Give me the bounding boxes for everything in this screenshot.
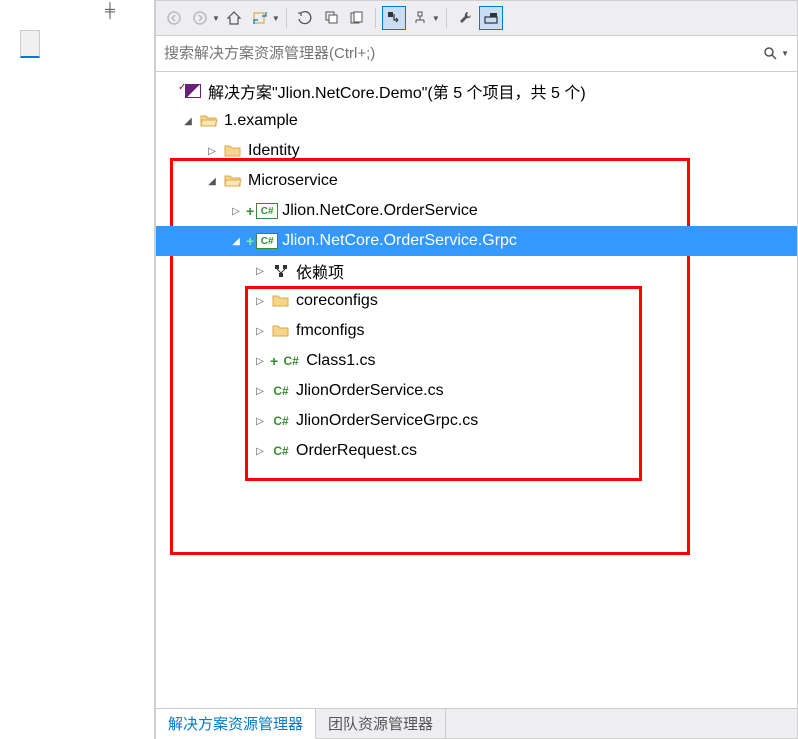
drag-icon: ╪ [105, 2, 115, 18]
csharp-file-icon: C# [270, 442, 292, 460]
preview-icon [412, 10, 428, 26]
bottom-tabs: 解决方案资源管理器 团队资源管理器 [156, 708, 797, 738]
project-orderservice[interactable]: ▷ + C# Jlion.NetCore.OrderService [156, 196, 797, 226]
wrench-button[interactable] [453, 6, 477, 30]
solution-node[interactable]: 解决方案"Jlion.NetCore.Demo"(第 5 个项目，共 5 个) [156, 76, 797, 106]
tab-solution-explorer[interactable]: 解决方案资源管理器 [156, 709, 316, 739]
toolbar: ▼ ▼ ▼ [156, 1, 797, 36]
orderservice-grpc-label: Jlion.NetCore.OrderService.Grpc [282, 232, 517, 250]
sync-dropdown[interactable]: ▼ [272, 14, 280, 23]
folder-coreconfigs[interactable]: ▷ coreconfigs [156, 286, 797, 316]
file-class1[interactable]: ▷ + C# Class1.cs [156, 346, 797, 376]
expander-icon[interactable]: ◢ [180, 113, 196, 129]
left-panel: ╪ [0, 0, 155, 739]
folder-microservice[interactable]: ◢ Microservice [156, 166, 797, 196]
refresh-button[interactable] [293, 6, 317, 30]
csharp-file-icon: C# [270, 382, 292, 400]
csharp-file-icon: C# [270, 412, 292, 430]
example-label: 1.example [224, 112, 298, 130]
class1-label: Class1.cs [306, 352, 375, 370]
home-button[interactable] [222, 6, 246, 30]
new-icon: + [246, 203, 254, 219]
wrench-icon [457, 10, 473, 26]
sync-button[interactable] [248, 6, 272, 30]
expander-icon[interactable]: ◢ [228, 233, 244, 249]
expander-icon[interactable]: ▷ [252, 293, 268, 309]
preview-dropdown[interactable]: ▼ [432, 14, 440, 23]
jlionorderservicegrpc-label: JlionOrderServiceGrpc.cs [296, 412, 478, 430]
expander-icon[interactable]: ▷ [228, 203, 244, 219]
file-jlionorderservicegrpc[interactable]: ▷ C# JlionOrderServiceGrpc.cs [156, 406, 797, 436]
search-bar: ▼ [156, 36, 797, 72]
csharp-project-icon: C# [256, 202, 278, 220]
expander-icon[interactable]: ▷ [252, 353, 268, 369]
new-icon: + [270, 353, 278, 369]
folder-icon [270, 322, 292, 340]
expander-icon[interactable]: ◢ [204, 173, 220, 189]
coreconfigs-label: coreconfigs [296, 292, 378, 310]
project-orderservice-grpc[interactable]: ◢ + C# Jlion.NetCore.OrderService.Grpc [156, 226, 797, 256]
solution-explorer-panel: ▼ ▼ ▼ [155, 0, 798, 739]
orderrequest-label: OrderRequest.cs [296, 442, 417, 460]
collapse-icon [323, 10, 339, 26]
folder-icon [222, 142, 244, 160]
folder-fmconfigs[interactable]: ▷ fmconfigs [156, 316, 797, 346]
orderservice-label: Jlion.NetCore.OrderService [282, 202, 478, 220]
folder-example[interactable]: ◢ 1.example [156, 106, 797, 136]
expander-icon[interactable]: ▷ [252, 323, 268, 339]
forward-icon [193, 11, 207, 25]
csharp-project-icon: C# [256, 232, 278, 250]
separator-3 [446, 8, 447, 28]
preview-button[interactable] [408, 6, 432, 30]
properties-button[interactable] [382, 6, 406, 30]
showall-button[interactable] [345, 6, 369, 30]
solution-icon [182, 82, 204, 100]
properties-icon [386, 10, 402, 26]
expander-icon[interactable]: ▷ [204, 143, 220, 159]
dependencies-icon [270, 262, 292, 280]
search-input[interactable] [164, 45, 763, 62]
sync-icon [252, 10, 268, 26]
new-icon: + [246, 233, 254, 249]
drag-handle[interactable]: ╪ [100, 0, 120, 20]
back-button[interactable] [162, 6, 186, 30]
preview-tab-icon [483, 10, 499, 26]
search-icon[interactable]: ▼ [763, 46, 789, 62]
separator-1 [286, 8, 287, 28]
folder-open-icon [222, 172, 244, 190]
solution-tree: 解决方案"Jlion.NetCore.Demo"(第 5 个项目，共 5 个) … [156, 72, 797, 708]
microservice-label: Microservice [248, 172, 338, 190]
dependencies-node[interactable]: ▷ 依赖项 [156, 256, 797, 286]
file-jlionorderservice[interactable]: ▷ C# JlionOrderService.cs [156, 376, 797, 406]
nav-dropdown[interactable]: ▼ [212, 14, 220, 23]
identity-label: Identity [248, 142, 300, 160]
file-orderrequest[interactable]: ▷ C# OrderRequest.cs [156, 436, 797, 466]
showall-icon [349, 10, 365, 26]
expander-icon[interactable]: ▷ [252, 443, 268, 459]
home-icon [226, 10, 242, 26]
tab-team-explorer[interactable]: 团队资源管理器 [316, 709, 446, 738]
refresh-icon [297, 10, 313, 26]
deps-label: 依赖项 [296, 259, 344, 283]
vertical-tab[interactable] [20, 30, 40, 58]
folder-identity[interactable]: ▷ Identity [156, 136, 797, 166]
fmconfigs-label: fmconfigs [296, 322, 364, 340]
jlionorderservice-label: JlionOrderService.cs [296, 382, 444, 400]
expander-icon[interactable]: ▷ [252, 263, 268, 279]
forward-button[interactable] [188, 6, 212, 30]
folder-icon [270, 292, 292, 310]
csharp-file-icon: C# [280, 352, 302, 370]
collapse-button[interactable] [319, 6, 343, 30]
folder-open-icon [198, 112, 220, 130]
back-icon [167, 11, 181, 25]
separator-2 [375, 8, 376, 28]
expander-icon[interactable]: ▷ [252, 383, 268, 399]
solution-label: 解决方案"Jlion.NetCore.Demo"(第 5 个项目，共 5 个) [208, 79, 586, 103]
preview-tab-button[interactable] [479, 6, 503, 30]
expander-icon[interactable]: ▷ [252, 413, 268, 429]
